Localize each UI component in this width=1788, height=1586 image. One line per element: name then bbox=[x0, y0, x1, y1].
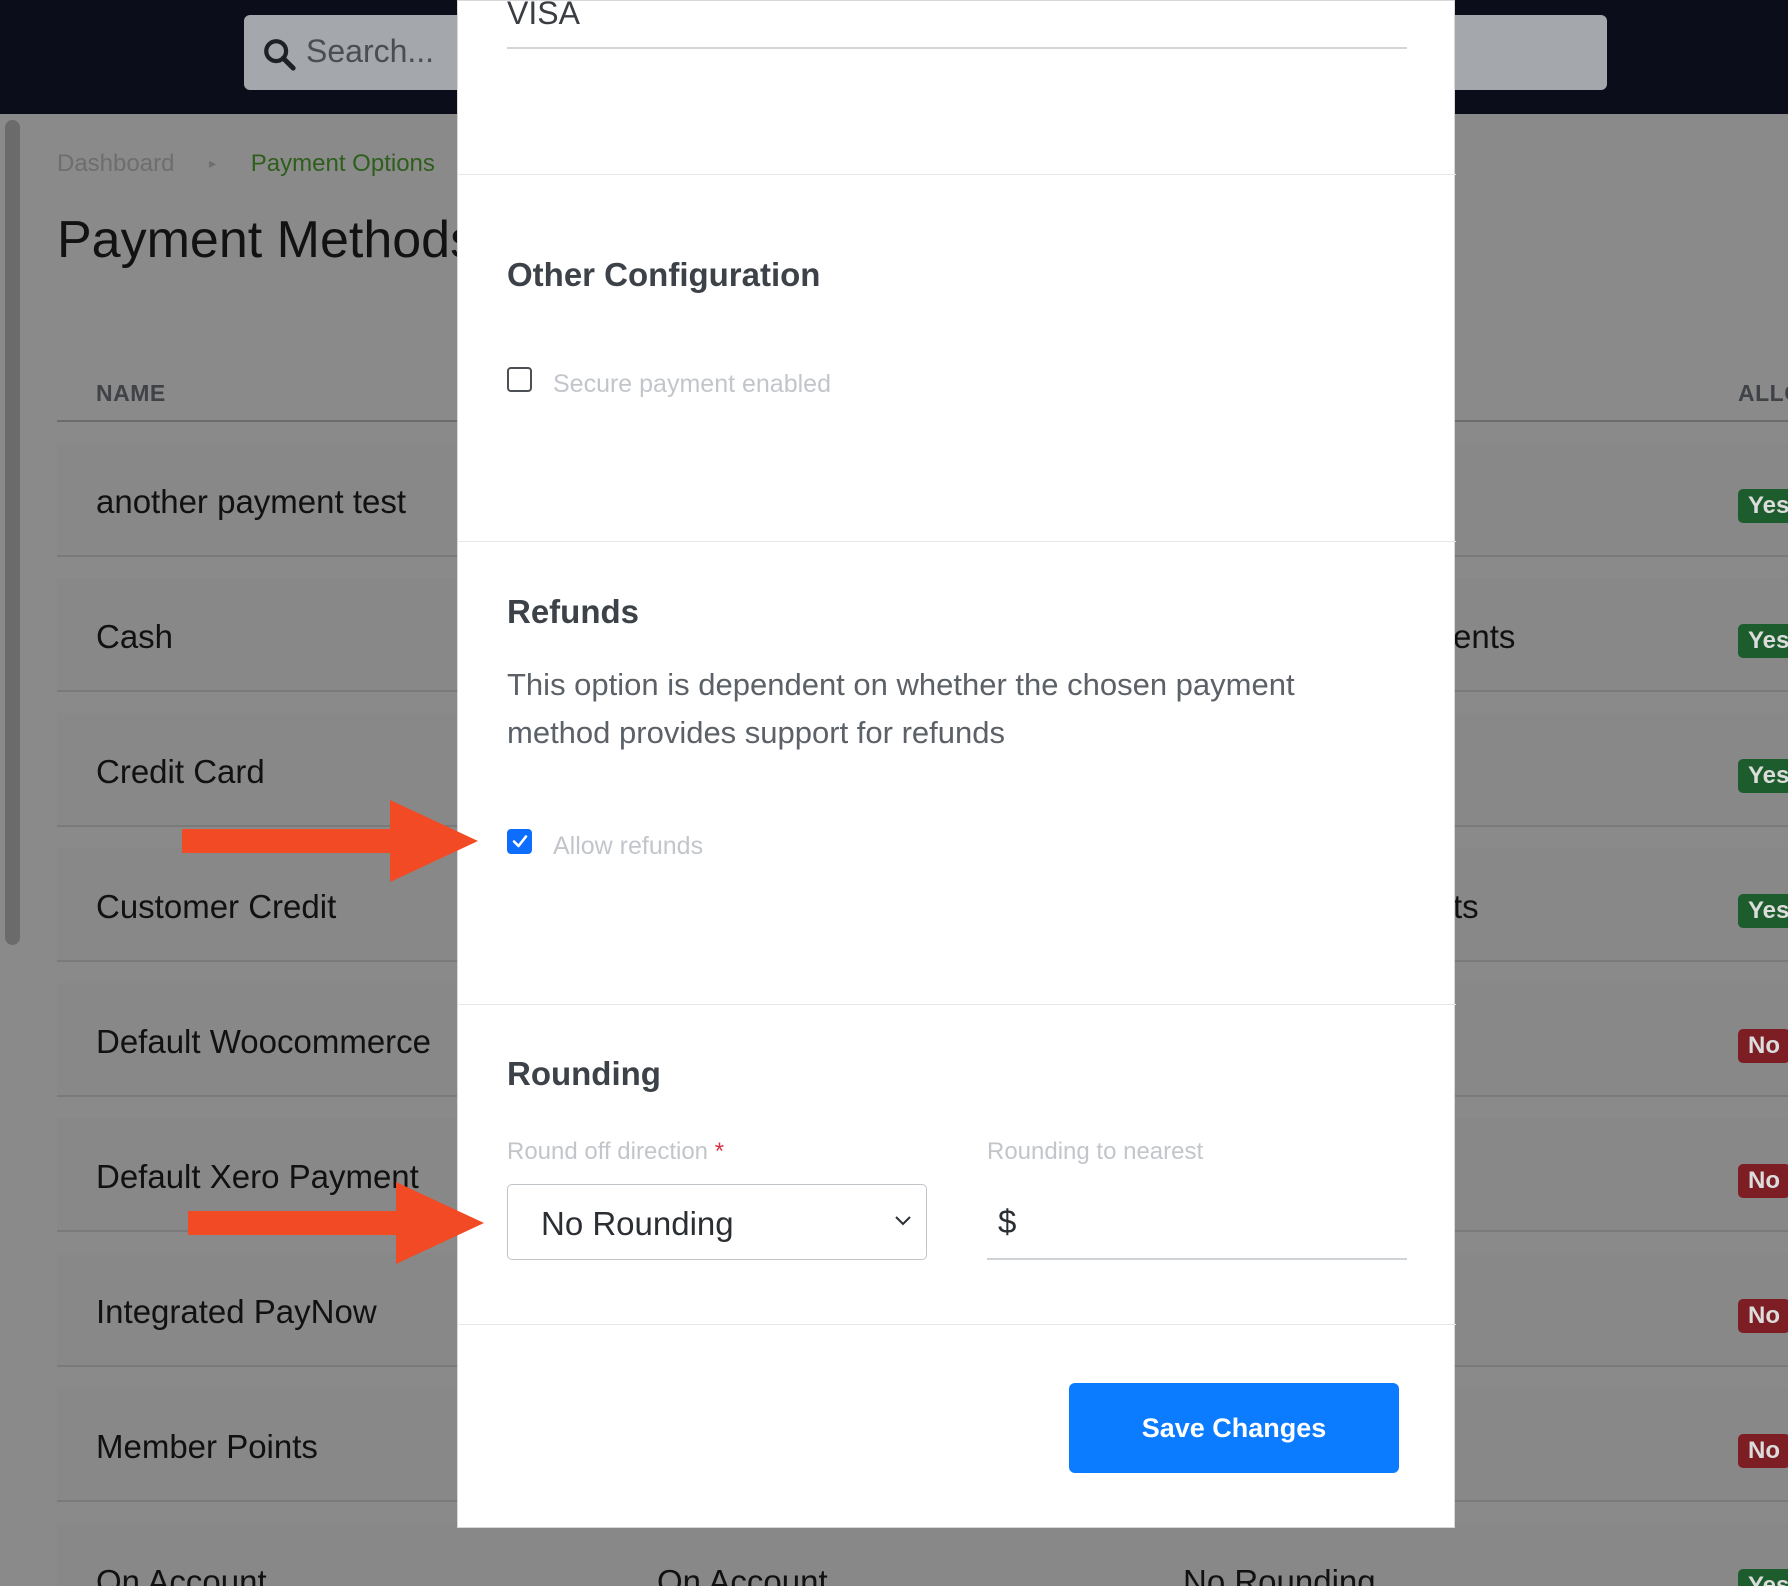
annotation-arrow-icon bbox=[182, 800, 478, 882]
status-badge: No bbox=[1738, 1029, 1788, 1063]
section-divider bbox=[458, 1004, 1456, 1005]
row-name: Integrated PayNow bbox=[96, 1293, 377, 1330]
annotation-arrow-icon bbox=[188, 1182, 484, 1264]
required-marker: * bbox=[714, 1138, 725, 1165]
row-rounding: No Rounding bbox=[1183, 1563, 1376, 1586]
search-icon bbox=[264, 39, 296, 71]
status-badge: No bbox=[1738, 1434, 1788, 1468]
row-name: Default Woocommerce bbox=[96, 1023, 432, 1060]
currency-prefix: $ bbox=[998, 1203, 1017, 1240]
section-divider bbox=[458, 1324, 1456, 1325]
page-title: Payment Methods bbox=[57, 211, 477, 269]
status-badge: No bbox=[1738, 1299, 1788, 1333]
search-placeholder: Search... bbox=[306, 33, 435, 69]
status-badge: Yes bbox=[1738, 1569, 1788, 1586]
breadcrumb: Dashboard ▸ Payment Options bbox=[57, 150, 435, 178]
row-description: On Account bbox=[657, 1563, 828, 1586]
status-badge: Yes bbox=[1738, 759, 1788, 793]
round-off-direction-select[interactable]: No Rounding bbox=[507, 1184, 927, 1260]
save-changes-button[interactable]: Save Changes bbox=[1069, 1383, 1399, 1473]
status-badge: No bbox=[1738, 1164, 1788, 1198]
row-name: Member Points bbox=[96, 1428, 318, 1465]
row-name: On Account bbox=[96, 1563, 267, 1586]
card-name-field-value[interactable]: VISA bbox=[507, 0, 580, 32]
section-divider bbox=[458, 541, 1456, 542]
column-header-allow[interactable]: ALLO bbox=[1738, 380, 1788, 407]
row-name: another payment test bbox=[96, 483, 407, 520]
breadcrumb-separator-icon: ▸ bbox=[209, 155, 217, 171]
row-name: Customer Credit bbox=[96, 888, 337, 925]
row-name: Credit Card bbox=[96, 753, 265, 790]
card-name-field-underline bbox=[507, 47, 1407, 49]
allow-refunds-label[interactable]: Allow refunds bbox=[553, 832, 703, 861]
column-header-name[interactable]: NAME bbox=[96, 380, 166, 407]
chevron-down-icon bbox=[895, 1216, 911, 1226]
round-off-direction-label-text: Round off direction bbox=[507, 1138, 709, 1165]
section-divider bbox=[458, 174, 1456, 175]
table-row[interactable]: On Account On Account No Rounding Yes bbox=[57, 1523, 1788, 1586]
other-configuration-title: Other Configuration bbox=[507, 256, 821, 293]
row-description: ents bbox=[1453, 618, 1516, 655]
row-name: Cash bbox=[96, 618, 174, 655]
status-badge: Yes bbox=[1738, 624, 1788, 658]
secure-payment-checkbox[interactable] bbox=[507, 367, 532, 392]
rounding-to-nearest-label: Rounding to nearest bbox=[987, 1138, 1204, 1165]
page-scrollbar[interactable] bbox=[5, 120, 20, 945]
round-off-direction-value: No Rounding bbox=[541, 1205, 734, 1242]
rounding-title: Rounding bbox=[507, 1055, 661, 1092]
secure-payment-label[interactable]: Secure payment enabled bbox=[553, 370, 831, 399]
breadcrumb-current: Payment Options bbox=[250, 150, 435, 177]
round-off-direction-label: Round off direction * bbox=[507, 1138, 724, 1166]
status-badge: Yes bbox=[1738, 894, 1788, 928]
refunds-description: This option is dependent on whether the … bbox=[507, 667, 1295, 750]
status-badge: Yes bbox=[1738, 489, 1788, 523]
refunds-title: Refunds bbox=[507, 593, 639, 630]
checkmark-icon bbox=[512, 835, 528, 848]
rounding-to-nearest-input[interactable] bbox=[987, 1258, 1407, 1260]
breadcrumb-dashboard-link[interactable]: Dashboard bbox=[57, 150, 174, 177]
row-description: ts bbox=[1453, 888, 1479, 925]
edit-payment-method-modal: VISA Other Configuration Secure payment … bbox=[457, 0, 1456, 1528]
allow-refunds-checkbox[interactable] bbox=[507, 829, 532, 854]
